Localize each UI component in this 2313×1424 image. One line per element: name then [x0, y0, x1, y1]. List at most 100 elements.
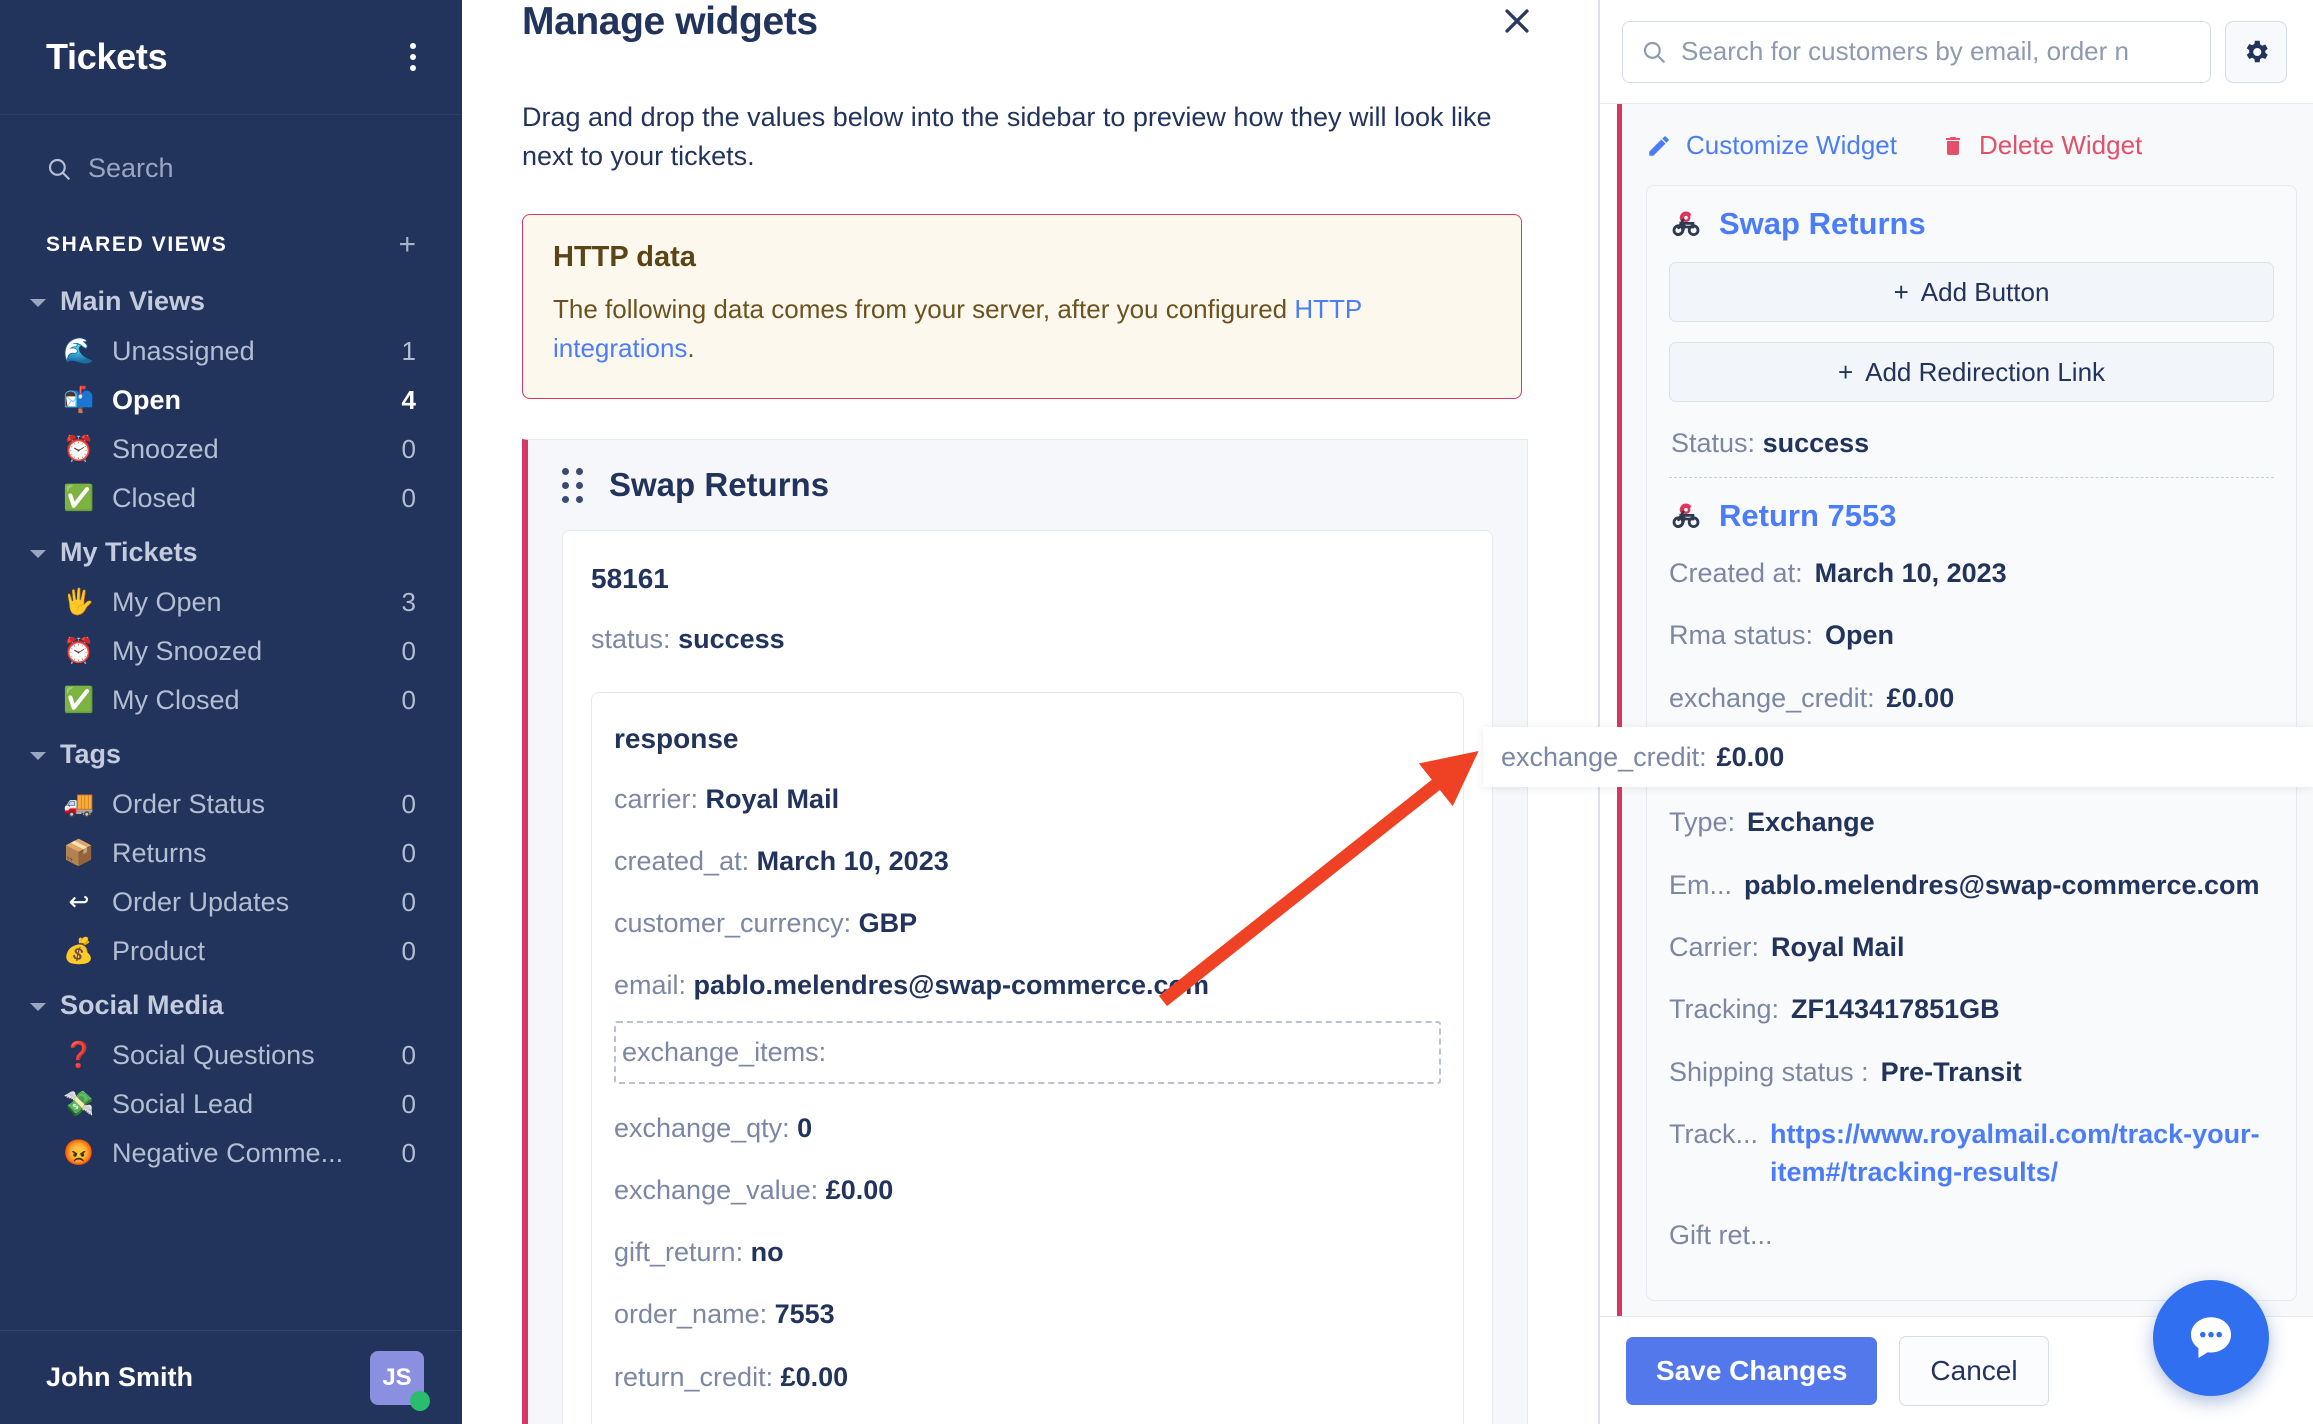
pencil-icon [1649, 135, 1669, 156]
return-detail-key: Gift ret... [1669, 1219, 1773, 1250]
sidebar-search[interactable]: Search [0, 115, 462, 184]
sidebar-item-social-questions[interactable]: ❓ Social Questions 0 [0, 1031, 462, 1080]
gear-icon[interactable] [2225, 20, 2287, 83]
return-detail-row[interactable]: Created at: March 10, 2023 [1669, 554, 2274, 616]
sidebar-item-emoji-icon: ❓ [63, 1041, 95, 1069]
return-detail-value: £0.00 [1886, 682, 1955, 713]
sidebar-item-negative-comme[interactable]: 😡 Negative Comme... 0 [0, 1129, 462, 1178]
response-field-row[interactable]: return_ID: 1678471853482×624351337165357… [614, 1395, 1441, 1424]
search-icon [48, 158, 70, 180]
search-input[interactable]: Search for customers by email, order n [1622, 20, 2211, 83]
notice-text: The following data comes from your serve… [553, 290, 1491, 368]
sidebar-item-returns[interactable]: 📦 Returns 0 [0, 829, 462, 878]
return-detail-row[interactable]: Track... https://www.royalmail.com/track-… [1669, 1115, 2274, 1216]
customize-widget-button[interactable]: Customize Widget [1646, 130, 1897, 161]
widget-status-row: Status: success [1669, 422, 2274, 477]
sidebar-item-label: Snoozed [112, 434, 219, 464]
sidebar-item-emoji-icon: ⏰ [63, 435, 95, 463]
return-detail-value[interactable]: https://www.royalmail.com/track-your-ite… [1770, 1115, 2274, 1192]
chevron-down-icon [30, 751, 46, 760]
response-field-value: 7553 [774, 1299, 835, 1330]
sidebar-item-social-lead[interactable]: 💸 Social Lead 0 [0, 1080, 462, 1129]
app-root: Tickets Search SHARED VIEWS + Main Views… [0, 0, 2313, 1424]
return-detail-key: Type: [1669, 807, 1736, 838]
sidebar-item-snoozed[interactable]: ⏰ Snoozed 0 [0, 425, 462, 474]
sidebar-group-my-tickets[interactable]: My Tickets [0, 523, 462, 578]
response-field-key: exchange_value: [614, 1175, 819, 1206]
avatar[interactable]: JS [370, 1350, 430, 1411]
sidebar-item-label: My Closed [112, 685, 240, 715]
return-detail-value: Exchange [1747, 807, 1875, 838]
return-detail-key: Track... [1669, 1118, 1759, 1149]
drag-handle-icon[interactable] [562, 467, 583, 503]
response-field-row[interactable]: created_at: March 10, 2023 [614, 817, 1441, 879]
return-detail-row[interactable]: Type: Exchange [1669, 803, 2274, 865]
response-field-row[interactable]: email: pablo.melendres@swap-commerce.com [614, 941, 1441, 1003]
response-field-row[interactable]: gift_return: no [614, 1208, 1441, 1270]
sidebar-item-label: My Snoozed [112, 636, 263, 666]
cancel-button[interactable]: Cancel [1899, 1335, 2049, 1406]
add-shared-view-button[interactable]: + [398, 230, 416, 260]
sidebar: Tickets Search SHARED VIEWS + Main Views… [0, 0, 462, 1424]
return-detail-row[interactable]: Rma status: Open [1669, 616, 2274, 678]
sidebar-item-product[interactable]: 💰 Product 0 [0, 927, 462, 976]
sidebar-item-count: 0 [401, 483, 416, 513]
sidebar-group-main-views[interactable]: Main Views [0, 272, 462, 327]
response-field-row[interactable]: carrier: Royal Mail [614, 755, 1441, 817]
sidebar-search-placeholder: Search [88, 153, 174, 183]
return-title: Return 7553 [1719, 498, 1897, 533]
sidebar-user-footer[interactable]: John Smith JS [0, 1330, 462, 1424]
widget-status-row: status: success [591, 595, 1464, 657]
sidebar-item-count: 0 [401, 636, 416, 666]
return-detail-row[interactable]: Shipping status : Pre-Transit [1669, 1053, 2274, 1115]
sidebar-item-label: Order Status [112, 789, 266, 819]
delete-widget-button[interactable]: Delete Widget [1941, 130, 2142, 161]
response-field-row[interactable]: return_credit: £0.00 [614, 1333, 1441, 1395]
sidebar-item-closed[interactable]: ✅ Closed 0 [0, 474, 462, 523]
sidebar-item-emoji-icon: ↩ [68, 888, 90, 916]
sidebar-item-order-updates[interactable]: ↩ Order Updates 0 [0, 878, 462, 927]
save-changes-button[interactable]: Save Changes [1626, 1336, 1878, 1405]
sidebar-item-emoji-icon: 📦 [63, 839, 95, 867]
widget-card-title: Swap Returns [609, 466, 830, 504]
sidebar-item-count: 0 [401, 887, 416, 917]
widget-card-body: 58161 status: success response carrier: … [562, 530, 1493, 1424]
chat-bubble-icon[interactable] [2153, 1280, 2269, 1396]
return-detail-row[interactable]: Gift ret... [1669, 1216, 2274, 1278]
response-field-key: exchange_items: [622, 1037, 827, 1068]
sidebar-item-my-open[interactable]: 🖐 My Open 3 [0, 578, 462, 627]
return-detail-key: exchange_credit: [1669, 682, 1875, 713]
return-detail-row[interactable]: Em... pablo.melendres@swap-commerce.com [1669, 866, 2274, 928]
response-box: response carrier: Royal Mail created_at: … [591, 691, 1464, 1424]
sidebar-item-count: 0 [401, 1089, 416, 1119]
sidebar-item-label: Product [112, 936, 206, 966]
add-button-button[interactable]: + Add Button [1669, 262, 2274, 322]
user-name: John Smith [46, 1362, 193, 1392]
sidebar-item-unassigned[interactable]: 🌊 Unassigned 1 [0, 327, 462, 376]
sidebar-item-open[interactable]: 📬 Open 4 [0, 376, 462, 425]
widget-status-key: Status: [1671, 428, 1756, 458]
add-redirection-link-button[interactable]: + Add Redirection Link [1669, 342, 2274, 402]
sidebar-group-tags[interactable]: Tags [0, 725, 462, 780]
return-detail-row[interactable]: Tracking: ZF143417851GB [1669, 990, 2274, 1052]
sidebar-item-my-snoozed[interactable]: ⏰ My Snoozed 0 [0, 627, 462, 676]
notice-text-before: The following data comes from your serve… [553, 294, 1295, 325]
response-field-key: return_credit: [614, 1361, 774, 1392]
response-field-row[interactable]: order_name: 7553 [614, 1270, 1441, 1332]
close-icon[interactable] [1496, 0, 1538, 42]
online-status-dot [410, 1390, 430, 1411]
sidebar-item-my-closed[interactable]: ✅ My Closed 0 [0, 676, 462, 725]
response-field-row[interactable]: exchange_qty: 0 [614, 1084, 1441, 1146]
response-field-row[interactable]: customer_currency: GBP [614, 879, 1441, 941]
return-detail-row[interactable]: Carrier: Royal Mail [1669, 928, 2274, 990]
widget-title-row: Swap Returns [1669, 206, 2274, 262]
sidebar-item-count: 0 [401, 789, 416, 819]
kebab-menu-icon[interactable] [404, 37, 422, 77]
response-field-row[interactable]: exchange_items: [614, 1021, 1441, 1085]
sidebar-group-social-media[interactable]: Social Media [0, 976, 462, 1031]
response-field-value: no [750, 1237, 784, 1268]
sidebar-item-order-status[interactable]: 🚚 Order Status 0 [0, 780, 462, 829]
trash-icon [1945, 136, 1960, 155]
response-field-row[interactable]: exchange_value: £0.00 [614, 1146, 1441, 1208]
page-title: Manage widgets [522, 0, 818, 43]
